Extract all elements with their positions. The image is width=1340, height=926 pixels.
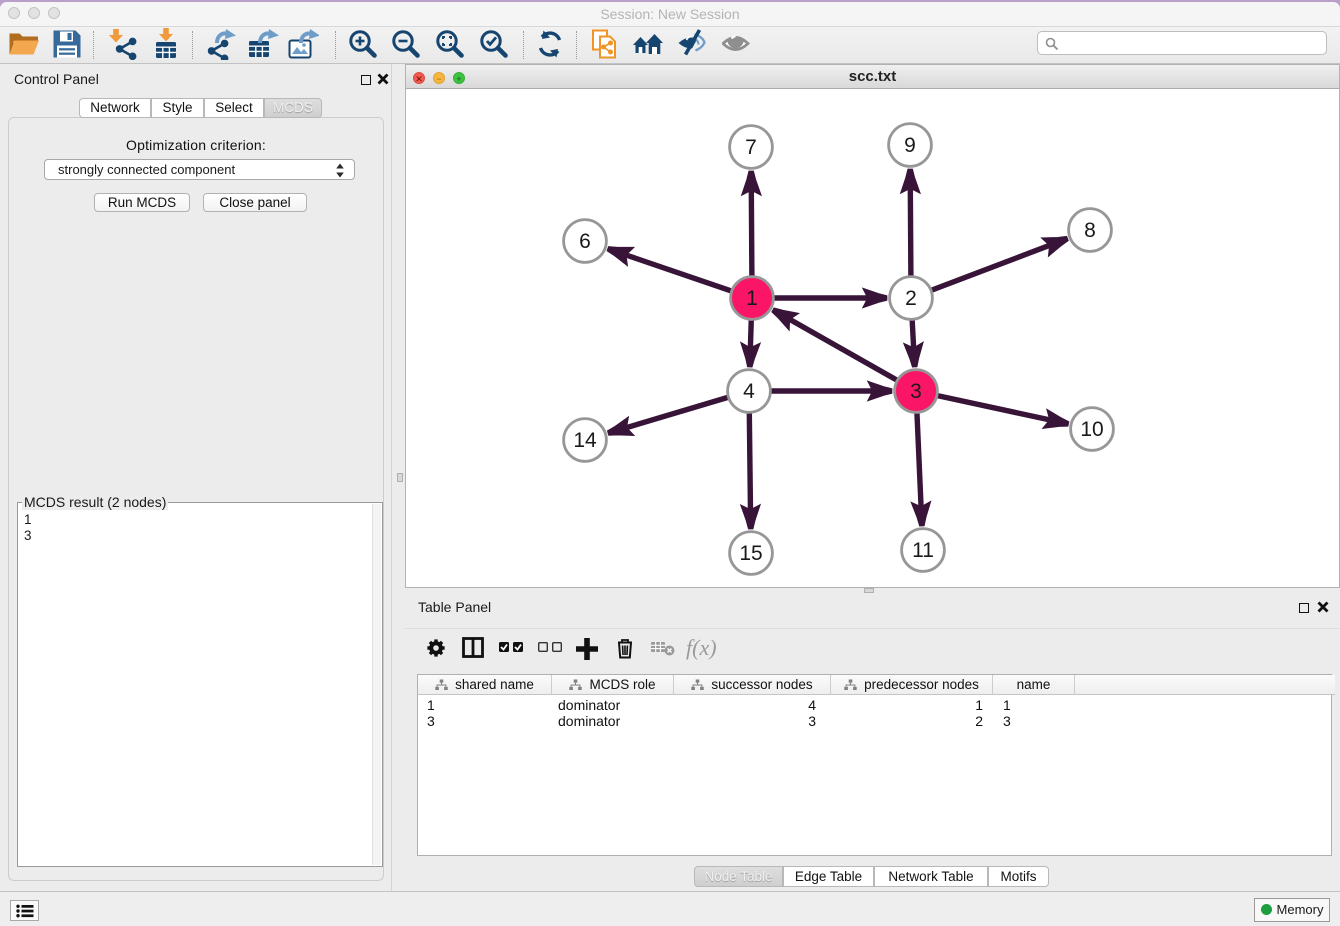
svg-text:3: 3 xyxy=(910,380,922,403)
svg-text:7: 7 xyxy=(745,136,757,159)
svg-text:2: 2 xyxy=(905,287,917,310)
svg-text:f(x): f(x) xyxy=(686,636,717,660)
svg-text:14: 14 xyxy=(573,429,597,452)
svg-text:11: 11 xyxy=(912,539,934,562)
svg-text:15: 15 xyxy=(739,542,762,565)
svg-text:4: 4 xyxy=(743,380,755,403)
svg-text:1: 1 xyxy=(746,287,758,310)
svg-text:9: 9 xyxy=(904,134,916,157)
svg-text:8: 8 xyxy=(1084,219,1096,242)
svg-text:6: 6 xyxy=(579,230,591,253)
svg-text:10: 10 xyxy=(1080,418,1103,441)
